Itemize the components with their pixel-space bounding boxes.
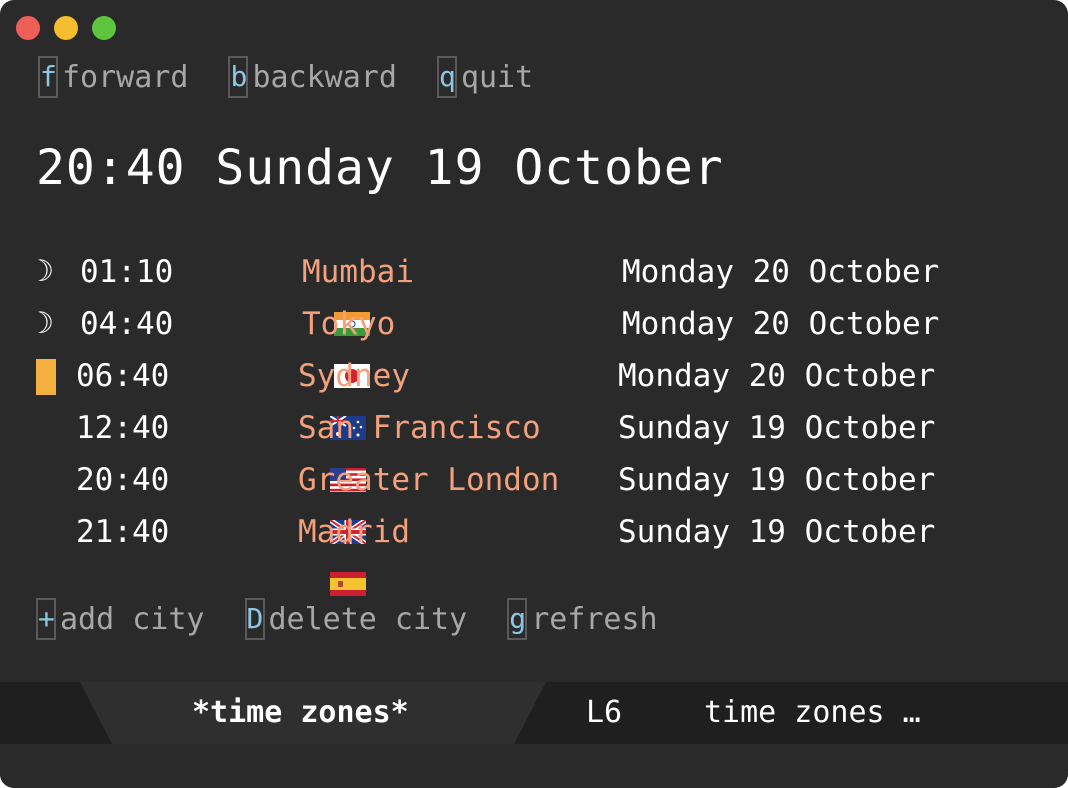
- city-row-san-francisco[interactable]: 12:40 San Francisco Sunday 19 October: [36, 406, 1016, 492]
- delete-city-label[interactable]: delete city: [269, 602, 468, 637]
- spain-flag-icon: [218, 520, 366, 596]
- mode-line: *time zones* L6 time zones …: [0, 682, 1068, 744]
- city-date: Monday 20 October: [622, 306, 940, 342]
- forward-label[interactable]: forward: [62, 60, 188, 95]
- cursor-marker: [36, 359, 56, 395]
- usa-flag-icon: [218, 416, 366, 492]
- city-row-tokyo[interactable]: ☽ 04:40 Tokyo Monday 20 October: [36, 302, 1016, 388]
- city-name: Mumbai: [302, 254, 414, 290]
- japan-flag-icon: [222, 312, 370, 388]
- line-number: L6: [586, 695, 623, 730]
- add-city-label[interactable]: add city: [60, 602, 205, 637]
- city-row-mumbai[interactable]: ☽ 01:10 Mumbai Monday 20 October: [36, 250, 1016, 336]
- delete-city-key[interactable]: D: [244, 598, 265, 640]
- city-time: 04:40: [80, 306, 174, 342]
- city-row-greater-london[interactable]: 20:40 Greater London Sunday 19 October: [36, 458, 1016, 547]
- current-time-heading: 20:40 Sunday 19 October: [36, 140, 724, 196]
- city-time: 01:10: [80, 254, 174, 290]
- city-row-madrid[interactable]: 21:40 Madrid Sunday 19 October: [36, 510, 1016, 596]
- maximize-window-button[interactable]: [92, 16, 116, 40]
- backward-label[interactable]: backward: [252, 60, 397, 95]
- city-date: Monday 20 October: [622, 254, 940, 290]
- forward-key[interactable]: f: [38, 56, 58, 98]
- city-row-sydney[interactable]: 06:40 Sydney Monday 20 October: [36, 354, 1016, 440]
- city-date: Sunday 19 October: [618, 514, 936, 550]
- moon-icon: ☽: [36, 254, 55, 289]
- india-flag-icon: [222, 260, 370, 336]
- city-name: Madrid: [298, 514, 410, 550]
- city-time: 12:40: [76, 410, 170, 446]
- quit-label[interactable]: quit: [461, 60, 533, 95]
- city-name: San Francisco: [298, 410, 541, 446]
- app-window: f forward b backward q quit 20:40 Sunday…: [0, 0, 1068, 788]
- australia-flag-icon: [218, 364, 366, 440]
- add-city-key[interactable]: +: [36, 598, 56, 640]
- minimize-window-button[interactable]: [54, 16, 78, 40]
- city-name: Greater London: [298, 462, 560, 498]
- uk-flag-icon: [218, 468, 368, 547]
- echo-area: [0, 744, 1068, 788]
- nav-keybindings: f forward b backward q quit: [38, 56, 573, 98]
- action-keybindings: + add city D delete city g refresh: [36, 598, 698, 640]
- city-time: 20:40: [76, 462, 170, 498]
- backward-key[interactable]: b: [228, 56, 249, 98]
- refresh-key[interactable]: g: [507, 598, 528, 640]
- city-date: Monday 20 October: [618, 358, 936, 394]
- moon-icon: ☽: [36, 306, 55, 341]
- city-time: 21:40: [76, 514, 170, 550]
- city-date: Sunday 19 October: [618, 410, 936, 446]
- refresh-label[interactable]: refresh: [531, 602, 657, 637]
- city-name: Tokyo: [302, 306, 396, 342]
- quit-key[interactable]: q: [436, 56, 457, 98]
- close-window-button[interactable]: [16, 16, 40, 40]
- city-time: 06:40: [76, 358, 170, 394]
- window-controls: [16, 16, 116, 40]
- city-date: Sunday 19 October: [618, 462, 936, 498]
- major-mode[interactable]: time zones …: [704, 694, 921, 732]
- city-name: Sydney: [298, 358, 410, 394]
- buffer-name: *time zones*: [192, 695, 409, 730]
